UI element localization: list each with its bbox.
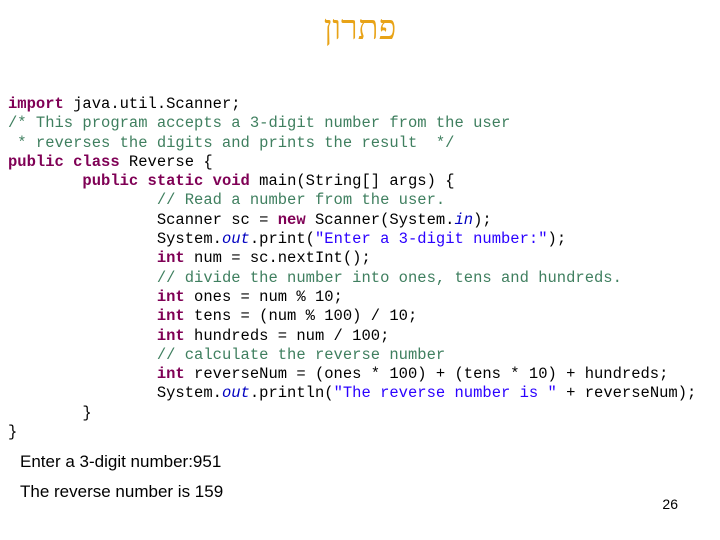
code-line: import java.util.Scanner; xyxy=(8,95,696,114)
code-text: hundreds = num / 100; xyxy=(184,326,390,345)
code-keyword: import xyxy=(8,95,64,113)
code-line: public static void main(String[] args) { xyxy=(8,172,696,191)
code-text: ); xyxy=(473,210,492,229)
output-line-prompt: Enter a 3-digit number:951 xyxy=(20,452,222,471)
code-text: + reverseNum); xyxy=(556,384,697,403)
code-string: "Enter a 3-digit number:" xyxy=(314,230,548,249)
code-line: Scanner sc = new Scanner(System.in); xyxy=(8,211,696,230)
code-comment: /* This program accepts a 3-digit number… xyxy=(8,114,511,133)
code-text: main(String[] args) { xyxy=(249,172,455,191)
code-keyword: int xyxy=(156,365,185,384)
code-text: } xyxy=(8,423,18,442)
code-line: int ones = num % 10; xyxy=(8,288,696,307)
code-static-field: out xyxy=(221,230,250,249)
code-text: .println( xyxy=(249,384,334,403)
code-line: int tens = (num % 100) / 10; xyxy=(8,307,696,326)
code-keyword: int xyxy=(156,287,185,306)
code-text: Scanner sc = xyxy=(8,210,278,229)
code-line: * reverses the digits and prints the res… xyxy=(8,134,696,153)
code-text: } xyxy=(8,403,92,422)
code-line: } xyxy=(8,423,696,442)
code-keyword: new xyxy=(277,210,306,229)
code-block: import java.util.Scanner;/* This program… xyxy=(8,95,696,442)
code-line: // Read a number from the user. xyxy=(8,191,696,210)
code-keyword: public class xyxy=(8,152,120,171)
code-comment: // divide the number into ones, tens and… xyxy=(156,268,622,287)
code-text: .print( xyxy=(249,230,315,249)
code-static-field: in xyxy=(454,210,474,229)
code-text: ones = num % 10; xyxy=(184,287,343,306)
code-line: int num = sc.nextInt(); xyxy=(8,249,696,268)
code-line: // calculate the reverse number xyxy=(8,346,696,365)
code-string: "The reverse number is " xyxy=(333,384,557,403)
code-line: public class Reverse { xyxy=(8,153,696,172)
code-line: System.out.println("The reverse number i… xyxy=(8,384,697,403)
output-line-result: The reverse number is 159 xyxy=(20,482,224,501)
program-output: Enter a 3-digit number:951 The reverse n… xyxy=(20,450,223,510)
code-text: System. xyxy=(8,230,222,249)
code-text: ); xyxy=(547,230,567,249)
code-keyword: int xyxy=(156,307,185,326)
code-keyword: int xyxy=(156,326,185,345)
page-number: 26 xyxy=(662,496,678,512)
code-line: } xyxy=(8,404,696,423)
code-text: java.util.Scanner; xyxy=(63,95,241,113)
code-text: num = sc.nextInt(); xyxy=(184,249,371,268)
code-comment: * reverses the digits and prints the res… xyxy=(8,133,455,152)
code-text: Scanner(System. xyxy=(305,210,455,229)
code-keyword: public static void xyxy=(82,172,250,191)
code-text: reverseNum = (ones * 100) + (tens * 10) … xyxy=(184,365,669,384)
code-line: int reverseNum = (ones * 100) + (tens * … xyxy=(8,365,696,384)
code-line: // divide the number into ones, tens and… xyxy=(8,269,696,288)
code-line: System.out.print("Enter a 3-digit number… xyxy=(8,230,696,249)
code-line: /* This program accepts a 3-digit number… xyxy=(8,114,696,133)
code-text: System. xyxy=(8,384,222,403)
slide-title: פתרון xyxy=(323,8,397,48)
code-text: tens = (num % 100) / 10; xyxy=(184,307,418,326)
code-keyword: int xyxy=(156,249,185,268)
code-text: Reverse { xyxy=(119,152,213,171)
code-comment: // calculate the reverse number xyxy=(156,345,446,364)
code-line: int hundreds = num / 100; xyxy=(8,327,696,346)
code-static-field: out xyxy=(221,384,250,403)
code-comment: // Read a number from the user. xyxy=(156,191,446,210)
